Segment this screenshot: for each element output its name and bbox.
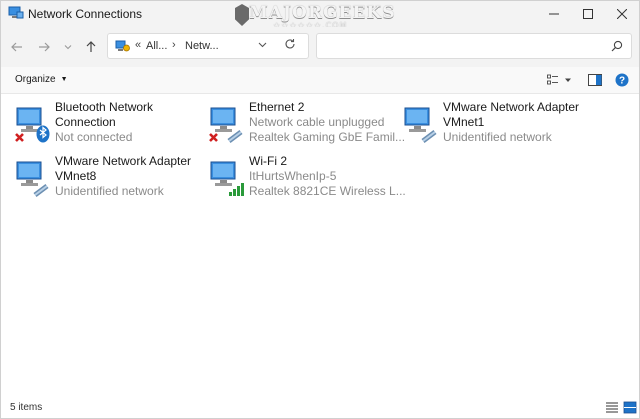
refresh-icon[interactable] [284, 38, 296, 53]
arrow-left-icon [11, 42, 22, 52]
details-view-toggle-icon[interactable] [605, 401, 619, 414]
help-icon: ? [615, 73, 629, 87]
chevron-down-icon [64, 45, 72, 50]
organize-button[interactable]: Organize ▼ [9, 73, 74, 86]
back-button[interactable] [7, 37, 27, 57]
connection-text: VMware Network Adapter VMnet8 Unidentifi… [55, 154, 191, 199]
connection-name-line2: Connection [55, 115, 116, 129]
address-bar[interactable]: « All... › Netw... [107, 33, 309, 59]
connection-name-line1: VMware Network Adapter [55, 154, 192, 168]
connection-device: Realtek Gaming GbE Famil... [249, 130, 406, 144]
help-button[interactable]: ? [614, 72, 630, 88]
view-caret-down-icon [564, 78, 571, 82]
connection-item-vmnet1[interactable]: VMware Network Adapter VMnet1 Unidentifi… [403, 100, 603, 152]
search-icon[interactable] [610, 39, 624, 53]
arrow-up-icon [86, 41, 96, 52]
connection-name-line2: VMnet8 [55, 169, 97, 183]
maximize-icon [583, 9, 593, 19]
navigation-bar: « All... › Netw... [1, 27, 639, 67]
connection-name: Ethernet 2 [249, 100, 305, 114]
connection-status: Not connected [55, 130, 133, 144]
breadcrumb-overflow[interactable]: « [135, 39, 141, 51]
large-icons-view-toggle-icon[interactable] [623, 401, 637, 414]
search-input[interactable] [323, 37, 603, 55]
watermark-badge-icon [235, 4, 249, 26]
up-button[interactable] [81, 37, 101, 57]
explorer-window: Network Connections MAJORGEEKS ★★★★★★.CO… [0, 0, 640, 419]
recent-locations-button[interactable] [58, 37, 78, 57]
connection-item-ethernet-2[interactable]: Ethernet 2 Network cable unplugged Realt… [209, 100, 405, 152]
connection-status: Network cable unplugged [249, 115, 385, 129]
watermark-text: MAJORGEEKS [249, 3, 396, 23]
bluetooth-adapter-icon [15, 107, 50, 143]
command-bar: Organize ▼ ? [1, 67, 639, 94]
breadcrumb-all[interactable]: All... [146, 40, 167, 52]
organize-label: Organize [15, 74, 56, 85]
forward-button[interactable] [34, 37, 54, 57]
connection-text: Bluetooth Network Connection Not connect… [55, 100, 153, 145]
connection-text: Wi-Fi 2 ItHurtsWhenIp-5 Realtek 8821CE W… [249, 154, 406, 199]
address-history-chevron-icon[interactable] [258, 40, 267, 51]
ethernet-adapter-icon [209, 107, 243, 143]
connection-item-wifi-2[interactable]: Wi-Fi 2 ItHurtsWhenIp-5 Realtek 8821CE W… [209, 154, 406, 206]
breadcrumb-network[interactable]: Netw... [185, 40, 219, 52]
minimize-button[interactable] [537, 1, 571, 27]
ethernet-adapter-icon [16, 161, 49, 197]
wifi-adapter-icon [210, 161, 244, 196]
close-button[interactable] [605, 1, 639, 27]
connections-list: Bluetooth Network Connection Not connect… [1, 94, 639, 397]
preview-pane-icon [588, 74, 602, 86]
details-view-icon [546, 74, 558, 85]
connection-name-line1: Bluetooth Network [55, 100, 154, 114]
connection-ssid: ItHurtsWhenIp-5 [249, 169, 337, 183]
close-icon [617, 9, 627, 19]
breadcrumb-separator-icon: › [172, 39, 176, 51]
connection-item-bluetooth[interactable]: Bluetooth Network Connection Not connect… [15, 100, 195, 152]
connection-status: Unidentified network [443, 130, 552, 144]
connection-name-line1: VMware Network Adapter [443, 100, 580, 114]
ethernet-adapter-icon [404, 107, 437, 143]
title-bar: Network Connections MAJORGEEKS ★★★★★★.CO… [1, 1, 639, 30]
preview-pane-button[interactable] [587, 72, 603, 88]
connection-device: Realtek 8821CE Wireless L... [249, 184, 406, 198]
minimize-icon [549, 13, 559, 15]
change-view-button[interactable] [545, 72, 573, 88]
connection-name: Wi-Fi 2 [249, 154, 287, 168]
connection-item-vmnet8[interactable]: VMware Network Adapter VMnet8 Unidentifi… [15, 154, 205, 206]
arrow-right-icon [39, 42, 50, 52]
caret-down-icon: ▼ [60, 76, 68, 83]
item-count: 5 items [10, 402, 43, 413]
window-title: Network Connections [28, 7, 143, 21]
connection-text: Ethernet 2 Network cable unplugged Realt… [249, 100, 405, 145]
status-bar: 5 items [1, 397, 639, 418]
maximize-button[interactable] [571, 1, 605, 27]
connection-text: VMware Network Adapter VMnet1 Unidentifi… [443, 100, 579, 145]
network-connections-app-icon [8, 6, 24, 19]
connection-name-line2: VMnet1 [443, 115, 485, 129]
connection-status: Unidentified network [55, 184, 164, 198]
network-folder-icon [115, 40, 130, 52]
search-box[interactable] [316, 33, 632, 59]
svg-text:?: ? [619, 76, 625, 87]
